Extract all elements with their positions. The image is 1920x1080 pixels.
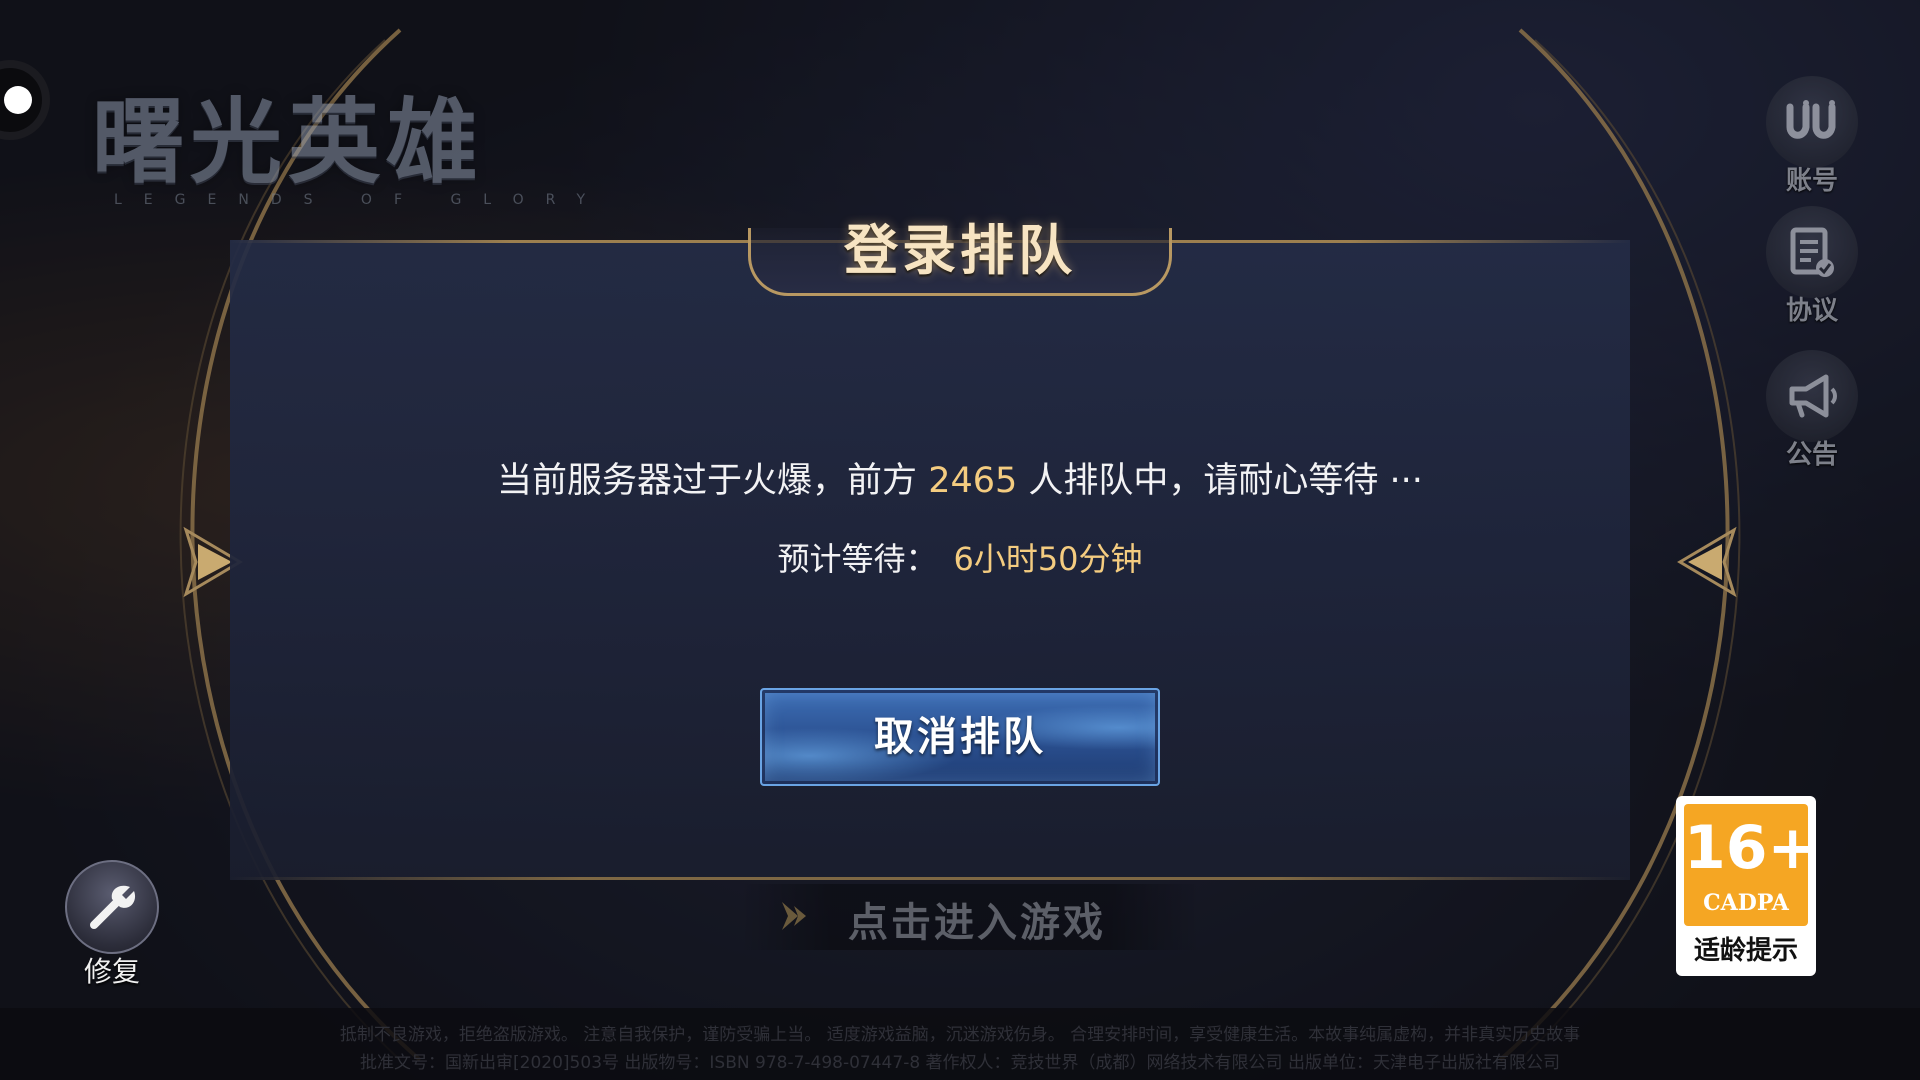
megaphone-icon: [1766, 350, 1858, 442]
queue-prefix: 当前服务器过于火爆，前方: [497, 461, 918, 501]
footer-health-notice: 抵制不良游戏，拒绝盗版游戏。 注意自我保护，谨防受骗上当。 适度游戏益脑，沉迷游…: [339, 1025, 1581, 1045]
age-rating-badge[interactable]: 16+ CADPA 适龄提示: [1676, 796, 1818, 976]
game-login-screen: 曙光英雄 LEGENDS OF GLORY 登录排队 当前服务器过于火爆，前方 …: [0, 0, 1920, 1080]
queue-message: 当前服务器过于火爆，前方 2465 人排队中，请耐心等待 ···: [230, 452, 1690, 503]
right-ornament-arrow: [1688, 544, 1722, 580]
account-logo-icon: [1766, 76, 1858, 168]
age-rating-org: CADPA: [1703, 890, 1789, 916]
wait-estimate: 预计等待： 6小时50分钟: [230, 534, 1690, 580]
legal-footer: 抵制不良游戏，拒绝盗版游戏。 注意自我保护，谨防受骗上当。 适度游戏益脑，沉迷游…: [0, 1008, 1920, 1080]
left-ornament-arrow: [198, 544, 232, 580]
document-check-icon: [1766, 206, 1858, 298]
wrench-icon: [65, 860, 159, 954]
logo-title-en: LEGENDS OF GLORY: [114, 192, 608, 208]
wait-label: 预计等待：: [777, 540, 938, 578]
game-logo: 曙光英雄 LEGENDS OF GLORY: [92, 92, 592, 222]
wait-time: 6小时50分钟: [953, 540, 1143, 578]
notice-button[interactable]: 公告: [1762, 350, 1862, 471]
dialog-bottom-border: [230, 877, 1630, 880]
queue-count: 2465: [928, 461, 1018, 501]
repair-button[interactable]: 修复: [62, 860, 162, 990]
dialog-title: 登录排队: [844, 219, 1076, 282]
age-rating-number: 16+: [1684, 813, 1818, 883]
double-chevron-right-icon: [782, 902, 806, 930]
repair-label: 修复: [83, 955, 140, 988]
logo-title-cn: 曙光英雄: [92, 88, 485, 196]
cancel-queue-button[interactable]: 取消排队: [760, 688, 1160, 786]
age-rating-panel: 16+ CADPA: [1684, 804, 1818, 926]
agreement-button[interactable]: 协议: [1762, 206, 1862, 327]
account-button[interactable]: 账号: [1762, 76, 1862, 197]
enter-game-hint[interactable]: 点击进入游戏: [848, 890, 1106, 948]
footer-publication-info: 批准文号：国新出审[2020]503号 出版物号：ISBN 978-7-498-…: [360, 1053, 1560, 1073]
age-rating-tip: 适龄提示: [1693, 936, 1798, 966]
queue-suffix: 人排队中，请耐心等待 ···: [1028, 461, 1423, 501]
